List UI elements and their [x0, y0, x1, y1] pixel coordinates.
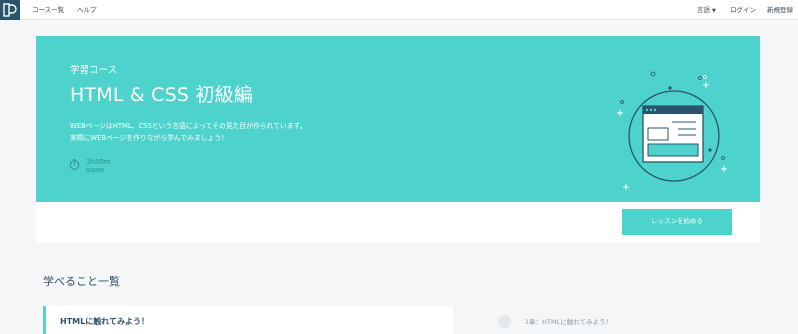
nav-course-list[interactable]: コース一覧 [32, 4, 64, 16]
nav-help[interactable]: ヘルプ [77, 4, 97, 16]
learn-card[interactable]: HTMLに触れてみよう！ [43, 306, 453, 334]
progate-logo-icon[interactable] [0, 0, 20, 20]
duration-label: 目安時間 [86, 169, 104, 174]
course-action-bar: レッスンを始める [36, 202, 760, 242]
section-title-learn: 学べること一覧 [43, 275, 120, 288]
top-navbar: コース一覧 ヘルプ 言語 ▼ ログイン 新規登録 [0, 0, 798, 20]
language-dropdown[interactable]: 言語 ▼ [697, 4, 716, 17]
login-link[interactable]: ログイン [730, 4, 756, 16]
chapter-marker-icon [498, 315, 511, 328]
description-line-1: WEBページはHTML、CSSという言語によってその見た目が作られています。 [70, 122, 307, 130]
learn-card-title: HTMLに触れてみよう！ [60, 317, 149, 326]
caret-down-icon: ▼ [712, 8, 716, 14]
signup-link[interactable]: 新規登録 [767, 4, 793, 16]
course-hero: 学習コース HTML & CSS 初級編 WEBページはHTML、CSSという言… [36, 36, 760, 202]
description-line-2: 実際にWEBページを作りながら学んでみましょう！ [70, 134, 228, 142]
course-title: HTML & CSS 初級編 [70, 84, 253, 106]
language-label: 言語 [697, 6, 710, 14]
course-duration: 3h50m [86, 158, 111, 166]
chapter-1-link[interactable]: 1章：HTMLに触れてみよう！ [525, 316, 612, 326]
start-lesson-button[interactable]: レッスンを始める [622, 209, 732, 235]
clock-icon [69, 159, 80, 170]
browser-window-illustration-icon [617, 71, 727, 190]
hero-subtitle: 学習コース [70, 65, 118, 76]
course-description: WEBページはHTML、CSSという言語によってその見た目が作られています。 実… [70, 120, 430, 144]
